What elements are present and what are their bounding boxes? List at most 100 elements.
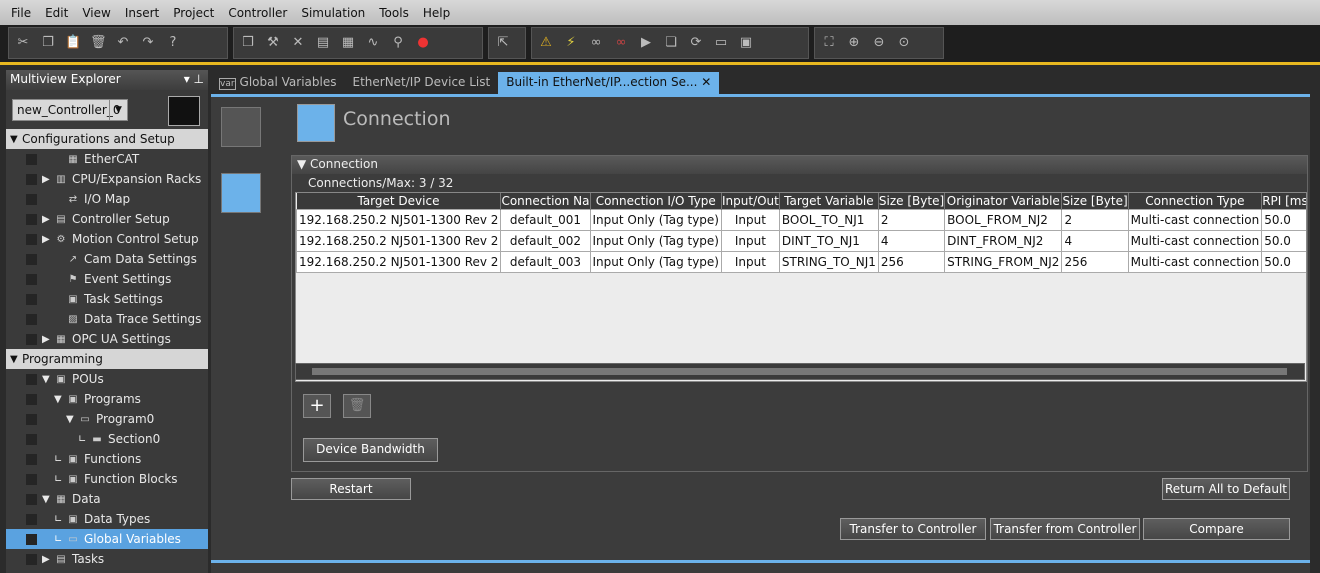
refresh-icon[interactable]: ⟳: [688, 35, 704, 51]
glasses-icon[interactable]: ∞: [588, 35, 604, 51]
add-button[interactable]: +: [303, 394, 331, 418]
transfer-to-controller-button[interactable]: Transfer to Controller: [840, 518, 986, 540]
table-cell[interactable]: 2: [1061, 208, 1129, 231]
tree-item-pous[interactable]: ▼ ▣ POUs: [6, 369, 208, 389]
tree-item-controller-setup[interactable]: ▶ ▤ Controller Setup: [6, 209, 208, 229]
build-icon[interactable]: ⚒: [265, 35, 281, 51]
checkbox[interactable]: [26, 414, 37, 425]
table-cell[interactable]: 192.168.250.2 NJ501-1300 Rev 2: [296, 208, 502, 231]
table-cell[interactable]: 192.168.250.2 NJ501-1300 Rev 2: [296, 229, 502, 252]
tree-item-programs[interactable]: ▼ ▣ Programs: [6, 389, 208, 409]
expand-arrow-icon[interactable]: ▶: [42, 334, 54, 345]
expand-arrow-icon[interactable]: ▼: [42, 374, 54, 385]
table-cell[interactable]: Input Only (Tag type): [589, 229, 722, 252]
warning-icon[interactable]: ⚠: [538, 35, 554, 51]
return-all-to-default-button[interactable]: Return All to Default: [1162, 478, 1290, 500]
menu-file[interactable]: File: [4, 6, 38, 20]
tree-item-cpu-expansion-racks[interactable]: ▶ ▥ CPU/Expansion Racks: [6, 169, 208, 189]
menu-view[interactable]: View: [75, 6, 117, 20]
checkbox[interactable]: [26, 334, 37, 345]
column-header[interactable]: Connection I/O Type: [590, 193, 722, 209]
checkbox[interactable]: [26, 494, 37, 505]
step-icon[interactable]: ▶: [638, 35, 654, 51]
compare-button[interactable]: Compare: [1143, 518, 1290, 540]
tree-item-data-trace-settings[interactable]: ▨ Data Trace Settings: [6, 309, 208, 329]
table-cell[interactable]: Input Only (Tag type): [589, 208, 722, 231]
checkbox[interactable]: [26, 274, 37, 285]
checkbox[interactable]: [26, 394, 37, 405]
column-header[interactable]: Size [Byte]: [878, 193, 946, 209]
table-cell[interactable]: 50.0: [1261, 208, 1306, 231]
table-row[interactable]: 192.168.250.2 NJ501-1300 Rev 2 default_00…: [296, 208, 1306, 231]
delete-icon[interactable]: 🗑: [90, 35, 107, 51]
fit-icon[interactable]: ⛶: [821, 35, 837, 51]
pin-icon[interactable]: ▾ ⊥: [184, 72, 204, 88]
right-scrollbar[interactable]: [1310, 70, 1320, 573]
checkbox[interactable]: [26, 434, 37, 445]
checkbox[interactable]: [26, 534, 37, 545]
error-icon[interactable]: ●: [415, 35, 431, 51]
help-icon[interactable]: ?: [165, 35, 181, 51]
checkbox[interactable]: [26, 194, 37, 205]
table-cell[interactable]: default_002: [500, 229, 591, 252]
checkbox[interactable]: [26, 514, 37, 525]
table-cell[interactable]: BOOL_FROM_NJ2: [944, 208, 1063, 231]
table-cell[interactable]: 4: [1061, 229, 1129, 252]
checkbox[interactable]: [26, 154, 37, 165]
table-cell[interactable]: default_001: [500, 208, 591, 231]
column-header[interactable]: Size [Byte]: [1061, 193, 1129, 209]
table-cell[interactable]: default_003: [500, 250, 591, 273]
cross-reference-icon[interactable]: ✕: [290, 35, 306, 51]
menu-tools[interactable]: Tools: [372, 6, 416, 20]
column-header[interactable]: RPI [ms]: [1261, 193, 1306, 209]
tree-item-programming[interactable]: ▼ Programming: [6, 349, 208, 369]
table-cell[interactable]: DINT_FROM_NJ2: [944, 229, 1063, 252]
table-cell[interactable]: 50.0: [1261, 229, 1306, 252]
tree-item-configurations-and-setup[interactable]: ▼ Configurations and Setup: [6, 129, 208, 149]
table-cell[interactable]: DINT_TO_NJ1: [778, 229, 879, 252]
table-cell[interactable]: BOOL_TO_NJ1: [778, 208, 879, 231]
delete-button[interactable]: 🗑: [343, 394, 371, 418]
expand-arrow-icon[interactable]: ▼: [10, 134, 22, 145]
trace-icon[interactable]: ∿: [365, 35, 381, 51]
tree-item-i-o-map[interactable]: ⇄ I/O Map: [6, 189, 208, 209]
table-cell[interactable]: Input: [721, 229, 780, 252]
tree-item-function-blocks[interactable]: ∟ ▣ Function Blocks: [6, 469, 208, 489]
checkbox[interactable]: [26, 554, 37, 565]
checkbox[interactable]: [26, 474, 37, 485]
menu-insert[interactable]: Insert: [118, 6, 166, 20]
table-cell[interactable]: Multi-cast connection: [1127, 250, 1263, 273]
tab-0[interactable]: var Global Variables: [211, 72, 344, 95]
restart-button[interactable]: Restart: [291, 478, 411, 500]
expand-arrow-icon[interactable]: ▶: [42, 174, 54, 185]
cut-icon[interactable]: ✂: [15, 35, 31, 51]
menu-help[interactable]: Help: [416, 6, 457, 20]
table-cell[interactable]: 256: [1061, 250, 1129, 273]
expand-arrow-icon[interactable]: ▼: [42, 494, 54, 505]
column-header[interactable]: Originator Variable: [944, 193, 1063, 209]
expand-arrow-icon[interactable]: ▶: [42, 554, 54, 565]
table-cell[interactable]: 2: [877, 208, 946, 231]
device-bandwidth-button[interactable]: Device Bandwidth: [303, 438, 438, 462]
network-icon[interactable]: ▣: [738, 35, 754, 51]
clear-warning-icon[interactable]: ⚡: [563, 35, 579, 51]
tab-1[interactable]: EtherNet/IP Device List: [344, 72, 498, 95]
table-cell[interactable]: Multi-cast connection: [1127, 229, 1263, 252]
tree-item-program0[interactable]: ▼ ▭ Program0: [6, 409, 208, 429]
tree-item-data[interactable]: ▼ ▦ Data: [6, 489, 208, 509]
online-icon[interactable]: ⇱: [495, 35, 511, 51]
checkbox[interactable]: [26, 294, 37, 305]
tree-item-task-settings[interactable]: ▣ Task Settings: [6, 289, 208, 309]
expand-arrow-icon[interactable]: ▼: [10, 354, 22, 365]
monitor-icon[interactable]: ▭: [713, 35, 729, 51]
window-icon[interactable]: ❒: [240, 35, 256, 51]
tree-item-tasks[interactable]: ▶ ▤ Tasks: [6, 549, 208, 569]
undo-icon[interactable]: ↶: [115, 35, 131, 51]
table-cell[interactable]: STRING_TO_NJ1: [778, 250, 879, 273]
search-icon[interactable]: ⚲: [390, 35, 406, 51]
checkbox[interactable]: [26, 234, 37, 245]
section-header[interactable]: ▼ Connection: [292, 156, 1307, 174]
table-cell[interactable]: Input: [721, 208, 780, 231]
table-cell[interactable]: 4: [877, 229, 946, 252]
tree-item-global-variables[interactable]: ∟ ▭ Global Variables: [6, 529, 208, 549]
